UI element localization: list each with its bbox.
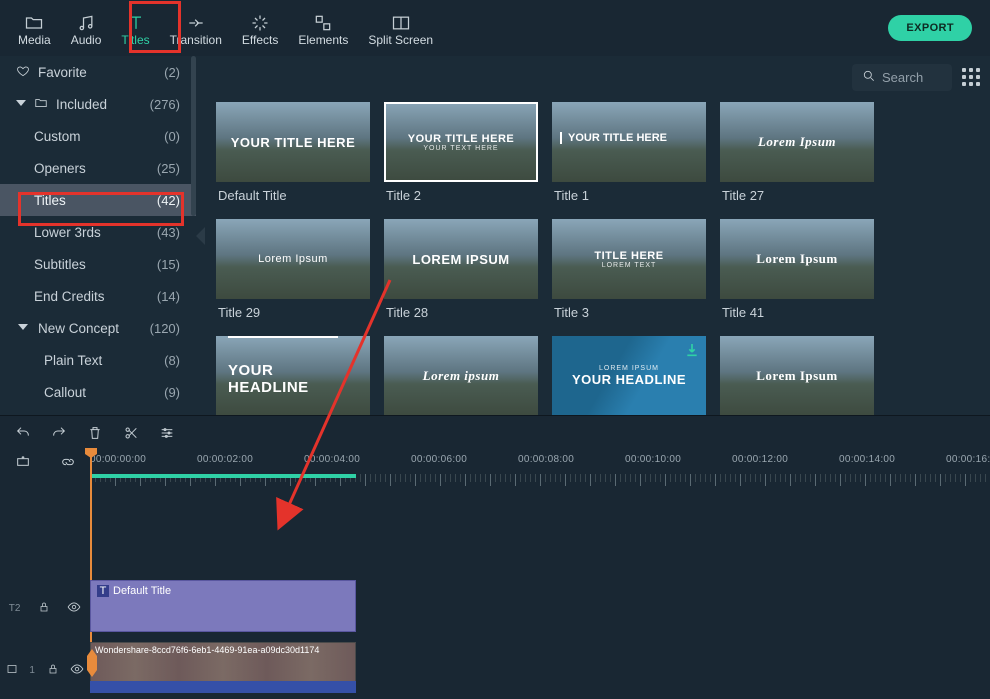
chevron-down-icon <box>16 100 26 108</box>
sidebar-included[interactable]: Included (276) <box>0 88 196 120</box>
sidebar-item-lower-3rds[interactable]: Lower 3rds(43) <box>0 216 196 248</box>
adjust-icon[interactable] <box>158 424 176 442</box>
filmstrip-icon <box>6 663 18 678</box>
track-label: 1 <box>29 665 35 676</box>
sidebar-item-subtitles[interactable]: Subtitles(15) <box>0 248 196 280</box>
track-label: T2 <box>9 603 21 614</box>
eye-icon[interactable] <box>70 662 84 679</box>
sidebar-favorite[interactable]: Favorite (2) <box>0 56 196 88</box>
folder-icon <box>24 13 44 33</box>
grid-view-icon[interactable] <box>962 68 980 86</box>
chevron-down-icon <box>18 324 28 332</box>
folder-icon <box>34 96 48 113</box>
nav-split-screen[interactable]: Split Screen <box>358 3 443 53</box>
shapes-icon <box>313 13 333 33</box>
timeline-toolbar <box>0 416 990 450</box>
video-clip[interactable]: Wondershare-8ccd76f6-6eb1-4469-91ea-a09d… <box>90 642 356 682</box>
split-icon[interactable] <box>122 424 140 442</box>
nav-titles[interactable]: Titles <box>111 3 159 53</box>
sparkle-icon <box>250 13 270 33</box>
music-icon <box>76 13 96 33</box>
transition-icon <box>186 13 206 33</box>
title-preset[interactable]: TITLE HERELOREM TEXTTitle 3 <box>552 219 706 330</box>
sidebar-item-titles[interactable]: Titles(42) <box>0 184 196 216</box>
top-nav: Media Audio Titles Transition Effects El… <box>0 0 990 56</box>
video-track: 1 Wondershare-8ccd76f6-6eb1-4469-91ea-a0… <box>0 642 990 698</box>
sidebar-item-new-concept[interactable]: New Concept(120) <box>0 312 196 344</box>
title-preset[interactable]: Lorem IpsumTitle 29 <box>216 219 370 330</box>
link-icon[interactable] <box>60 454 76 475</box>
title-clip[interactable]: T Default Title <box>90 580 356 632</box>
title-preset[interactable]: LOREM IPSUMTitle 28 <box>384 219 538 330</box>
timeline-ruler[interactable]: 00:00:00:0000:00:02:0000:00:04:0000:00:0… <box>90 450 990 488</box>
timeline-panel: 00:00:00:0000:00:02:0000:00:04:0000:00:0… <box>0 415 990 699</box>
title-preset[interactable]: YOUR HEADLINE <box>216 336 370 415</box>
title-preset[interactable]: YOUR TITLE HEREYOUR TEXT HERETitle 2 <box>384 102 538 213</box>
sidebar-item-callout[interactable]: Callout(9) <box>0 376 196 408</box>
heart-icon <box>16 64 30 81</box>
nav-transition[interactable]: Transition <box>160 3 232 53</box>
lock-icon[interactable] <box>38 601 50 616</box>
title-preset[interactable]: Lorem ipsum <box>384 336 538 415</box>
add-track-icon[interactable] <box>15 454 31 475</box>
text-icon: T <box>97 585 109 597</box>
title-preset[interactable]: Lorem IpsumTitle 41 <box>720 219 874 330</box>
sidebar-item-custom[interactable]: Custom(0) <box>0 120 196 152</box>
sidebar-item-end-credits[interactable]: End Credits(14) <box>0 280 196 312</box>
nav-effects[interactable]: Effects <box>232 3 288 53</box>
search-icon <box>862 69 876 86</box>
title-preset[interactable]: LOREM IPSUMYOUR HEADLINE <box>552 336 706 415</box>
main-panel: Search YOUR TITLE HEREDefault Title YOUR… <box>196 56 990 415</box>
text-track: T2 T Default Title <box>0 580 990 636</box>
lock-icon[interactable] <box>47 663 59 678</box>
text-icon <box>126 13 146 33</box>
delete-icon[interactable] <box>86 424 104 442</box>
title-preset[interactable]: Lorem IpsumTitle 27 <box>720 102 874 213</box>
title-preset[interactable]: YOUR TITLE HERETitle 1 <box>552 102 706 213</box>
nav-media[interactable]: Media <box>8 3 61 53</box>
sidebar: Favorite (2) Included (276) Custom(0) Op… <box>0 56 196 415</box>
redo-icon[interactable] <box>50 424 68 442</box>
split-icon <box>391 13 411 33</box>
sidebar-item-openers[interactable]: Openers(25) <box>0 152 196 184</box>
audio-clip[interactable] <box>90 681 356 693</box>
export-button[interactable]: EXPORT <box>888 15 972 41</box>
sidebar-collapse-caret[interactable] <box>196 227 206 245</box>
sidebar-item-plain-text[interactable]: Plain Text(8) <box>0 344 196 376</box>
undo-icon[interactable] <box>14 424 32 442</box>
nav-audio[interactable]: Audio <box>61 3 112 53</box>
eye-icon[interactable] <box>67 600 81 617</box>
thumbnail-grid: YOUR TITLE HEREDefault Title YOUR TITLE … <box>196 98 990 415</box>
title-preset[interactable]: Lorem Ipsum <box>720 336 874 415</box>
title-preset[interactable]: YOUR TITLE HEREDefault Title <box>216 102 370 213</box>
search-input[interactable]: Search <box>852 64 952 91</box>
nav-elements[interactable]: Elements <box>288 3 358 53</box>
